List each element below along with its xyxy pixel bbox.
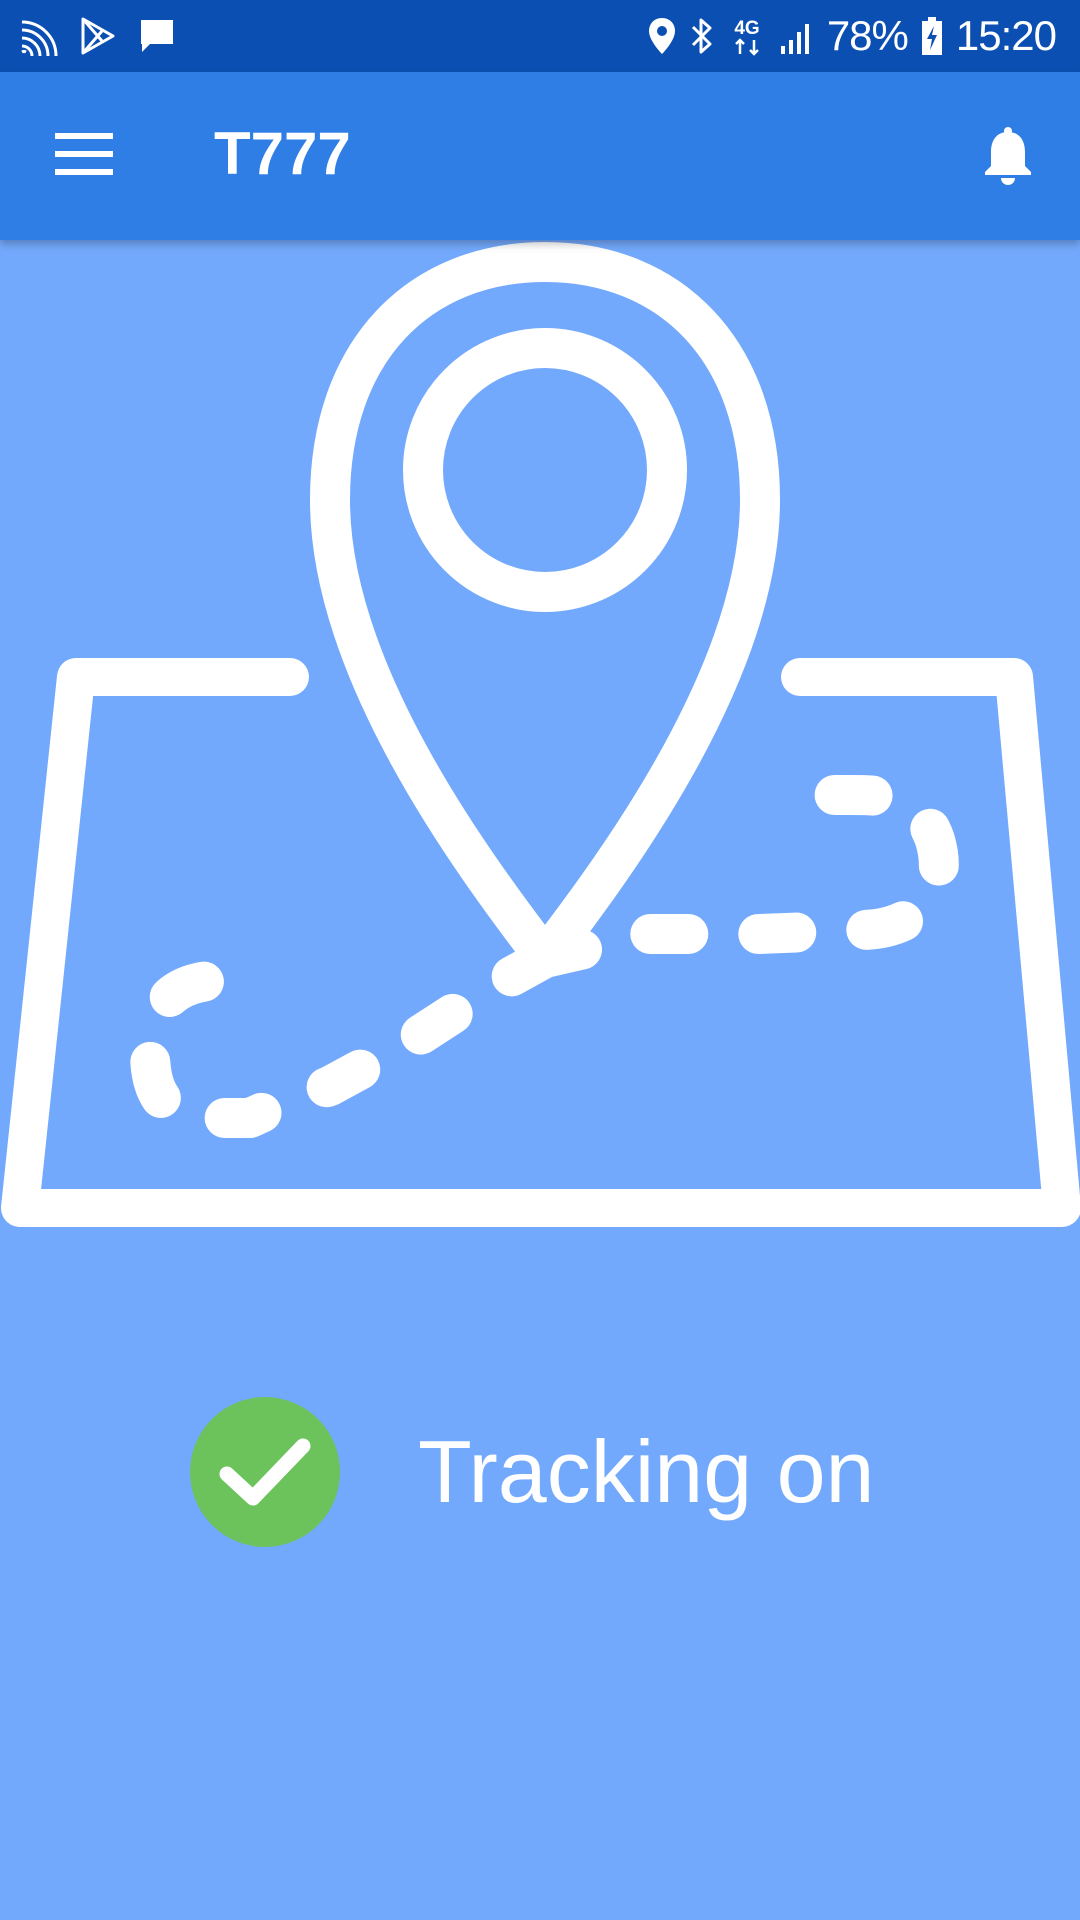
app-bar: T777: [0, 72, 1080, 240]
bluetooth-icon: [689, 16, 715, 56]
battery-percent: 78%: [826, 12, 909, 59]
bell-icon: [982, 126, 1034, 191]
app-screen: 4G 78% 15:20 T777 Tracking on: [0, 0, 1080, 1920]
map-route-illustration: [0, 240, 1080, 1240]
status-bar: 4G 78% 15:20: [0, 0, 1080, 72]
status-bar-system: 4G 78% 15:20: [647, 0, 1057, 72]
tracking-status: Tracking on: [190, 1396, 875, 1548]
menu-button[interactable]: [40, 116, 128, 196]
map-route-pin-icon: [1, 242, 1080, 1227]
network-type-label: 4G: [734, 18, 759, 39]
status-bar-notifications: [18, 0, 176, 72]
notifications-button[interactable]: [966, 116, 1050, 200]
signal-icon: [779, 16, 815, 56]
location-icon: [647, 16, 677, 56]
cast-icon: [18, 16, 58, 56]
battery-charging-icon: [920, 16, 944, 56]
app-title: T777: [214, 120, 351, 187]
network-4g-icon: 4G: [727, 14, 767, 58]
check-circle-icon: [190, 1397, 340, 1547]
play-store-icon: [80, 17, 116, 55]
hamburger-menu-icon: [55, 132, 113, 180]
message-icon: [138, 17, 176, 55]
clock: 15:20: [955, 12, 1057, 59]
tracking-status-label: Tracking on: [418, 1422, 875, 1521]
